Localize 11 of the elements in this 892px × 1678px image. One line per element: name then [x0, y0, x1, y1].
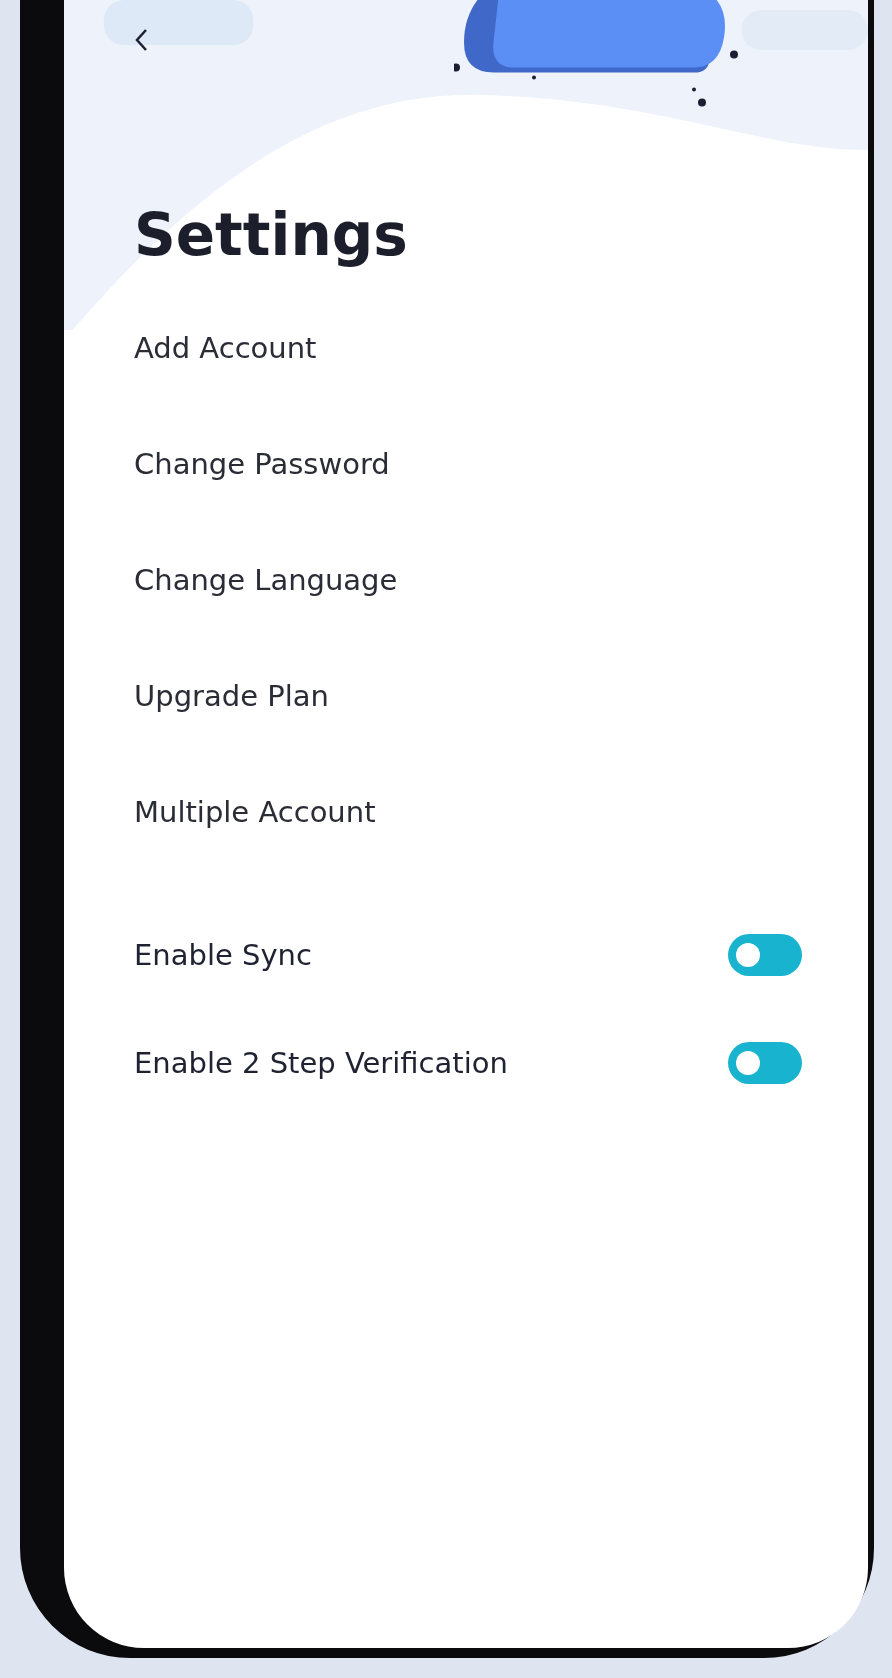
back-icon[interactable]	[134, 28, 148, 52]
settings-menu-item[interactable]: Add Account	[134, 330, 317, 366]
toggle-switch[interactable]	[728, 1042, 802, 1084]
settings-menu-item[interactable]: Upgrade Plan	[134, 678, 329, 714]
toggle-label: Enable Sync	[134, 938, 312, 972]
settings-menu-item[interactable]: Multiple Account	[134, 794, 376, 830]
toggle-label: Enable 2 Step Verification	[134, 1046, 508, 1080]
toggle-switch[interactable]	[728, 934, 802, 976]
settings-menu-item[interactable]: Change Password	[134, 446, 390, 482]
settings-menu-item[interactable]: Change Language	[134, 562, 398, 598]
screen-title: Settings	[134, 200, 409, 270]
